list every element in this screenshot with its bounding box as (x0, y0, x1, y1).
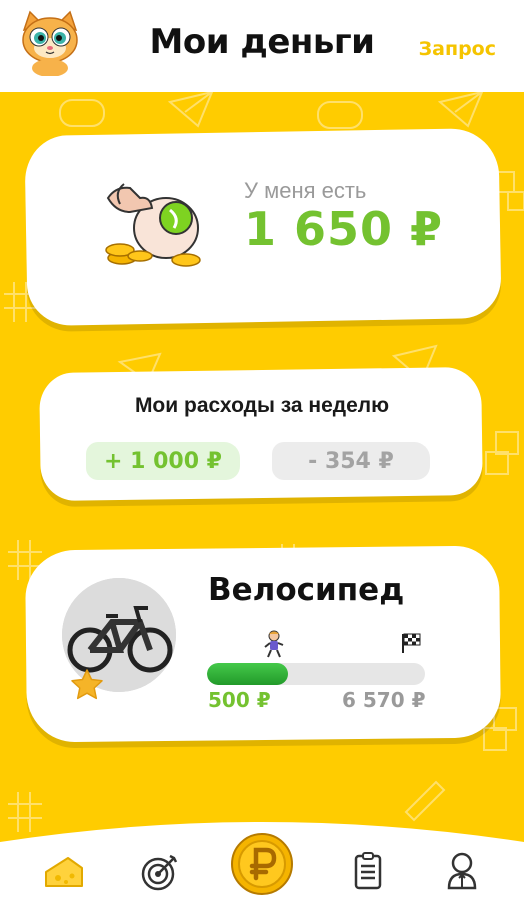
goal-progress-fill (207, 663, 288, 685)
goal-target-amount: 6 570 ₽ (342, 688, 426, 712)
target-icon[interactable] (140, 852, 180, 892)
income-badge[interactable]: + 1 000 ₽ (86, 442, 240, 480)
runner-icon (264, 630, 284, 658)
finish-flag-icon (402, 633, 421, 653)
balance-label: У меня есть (244, 178, 367, 203)
goal-title: Велосипед (208, 572, 405, 608)
ruble-coin-icon[interactable] (230, 832, 294, 896)
app-header: Мои деньги Запрос (0, 0, 524, 92)
bottom-nav (0, 800, 524, 900)
cheese-icon[interactable] (44, 856, 84, 890)
balance-amount: 1 650 ₽ (244, 202, 444, 256)
money-bag-icon (105, 183, 201, 267)
profile-icon[interactable] (446, 852, 478, 890)
goal-progress-bar (207, 663, 425, 685)
goal-saved-amount: 500 ₽ (208, 688, 271, 712)
expense-badge[interactable]: - 354 ₽ (272, 442, 430, 480)
weekly-spending-title: Мои расходы за неделю (134, 394, 390, 417)
task-list-icon[interactable] (354, 852, 382, 890)
weekly-spending-card[interactable] (39, 366, 483, 502)
star-icon (71, 669, 103, 700)
request-button[interactable]: Запрос (419, 38, 496, 60)
